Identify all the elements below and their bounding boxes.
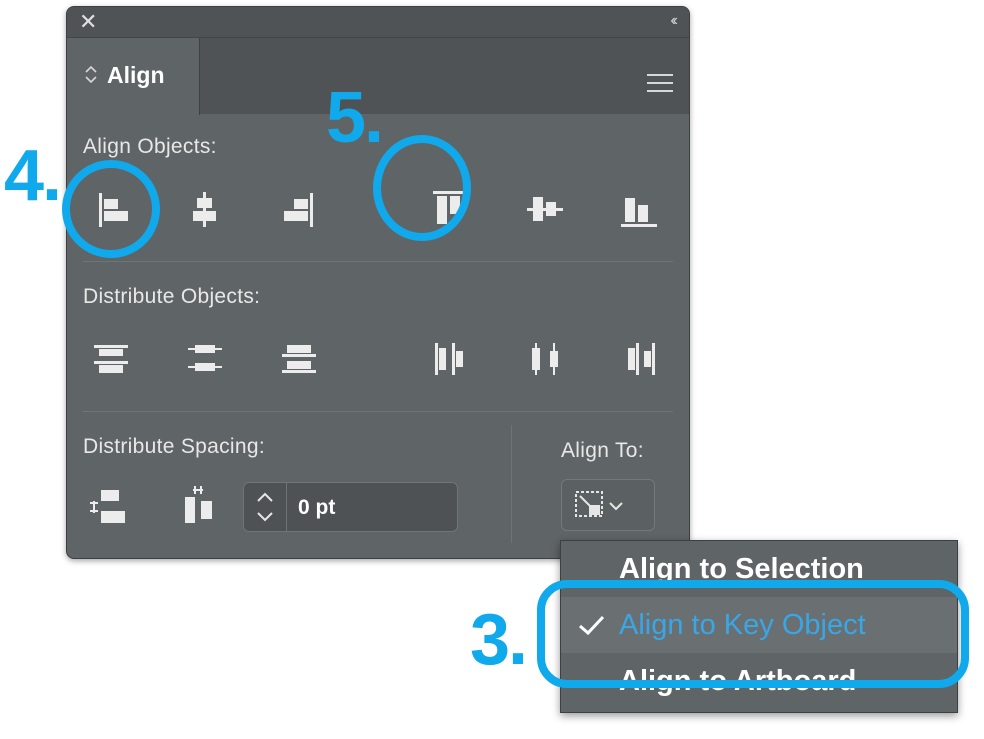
distribute-spacing-label: Distribute Spacing: [83,435,265,458]
align-vertical-center-icon [527,197,563,221]
annotation-circle-align-left [62,160,160,258]
distribute-right-icon [628,343,655,375]
horizontal-distribute-center-button[interactable] [525,339,565,379]
panel-titlebar[interactable]: ✕ ‹‹ [67,7,689,38]
vertical-divider [511,425,512,543]
spacing-stepper[interactable]: 0 pt [243,482,458,532]
align-bottom-icon [621,198,657,227]
horizontal-align-right-button[interactable] [279,189,319,229]
distribute-vertical-center-icon [188,345,222,371]
section-divider [83,411,673,412]
annotation-step-4: 4. [4,136,62,216]
horizontal-distribute-right-button[interactable] [619,339,659,379]
spacing-value[interactable]: 0 pt [298,496,335,520]
annotation-box-key-object [537,580,969,688]
section-divider [83,261,673,262]
horizontal-align-center-button[interactable] [185,189,225,229]
vertical-distribute-space-icon [90,490,125,523]
vertical-align-center-button[interactable] [525,189,565,229]
distribute-horizontal-center-icon [532,343,558,375]
align-to-label: Align To: [561,439,644,462]
horizontal-distribute-space-icon [185,486,212,523]
vertical-distribute-bottom-button[interactable] [279,339,319,379]
annotation-circle-align-top [373,135,471,241]
align-objects-label: Align Objects: [83,135,217,158]
spin-buttons[interactable] [244,483,287,531]
align-to-key-object-icon [575,491,623,517]
vertical-distribute-top-button[interactable] [91,339,131,379]
tab-align[interactable]: Align [67,38,200,115]
tab-label: Align [107,62,165,88]
spinner-icon [257,492,273,522]
collapse-icon[interactable]: ‹‹ [670,12,677,30]
vertical-distribute-center-button[interactable] [185,339,225,379]
tab-expand-icon [85,65,97,84]
annotation-step-5: 5. [326,78,384,158]
align-to-dropdown-button[interactable] [561,479,655,531]
horizontal-distribute-space-button[interactable] [181,483,221,523]
close-icon[interactable]: ✕ [79,10,97,34]
distribute-bottom-icon [282,345,316,373]
annotation-step-3: 3. [470,600,528,680]
vertical-distribute-space-button[interactable] [87,487,127,527]
vertical-align-bottom-button[interactable] [619,189,659,229]
horizontal-distribute-left-button[interactable] [431,339,471,379]
align-horizontal-center-icon [193,192,216,227]
distribute-left-icon [435,343,463,375]
panel-menu-icon[interactable] [647,74,673,98]
distribute-objects-label: Distribute Objects: [83,285,261,308]
align-right-icon [284,193,313,227]
distribute-top-icon [94,345,128,373]
